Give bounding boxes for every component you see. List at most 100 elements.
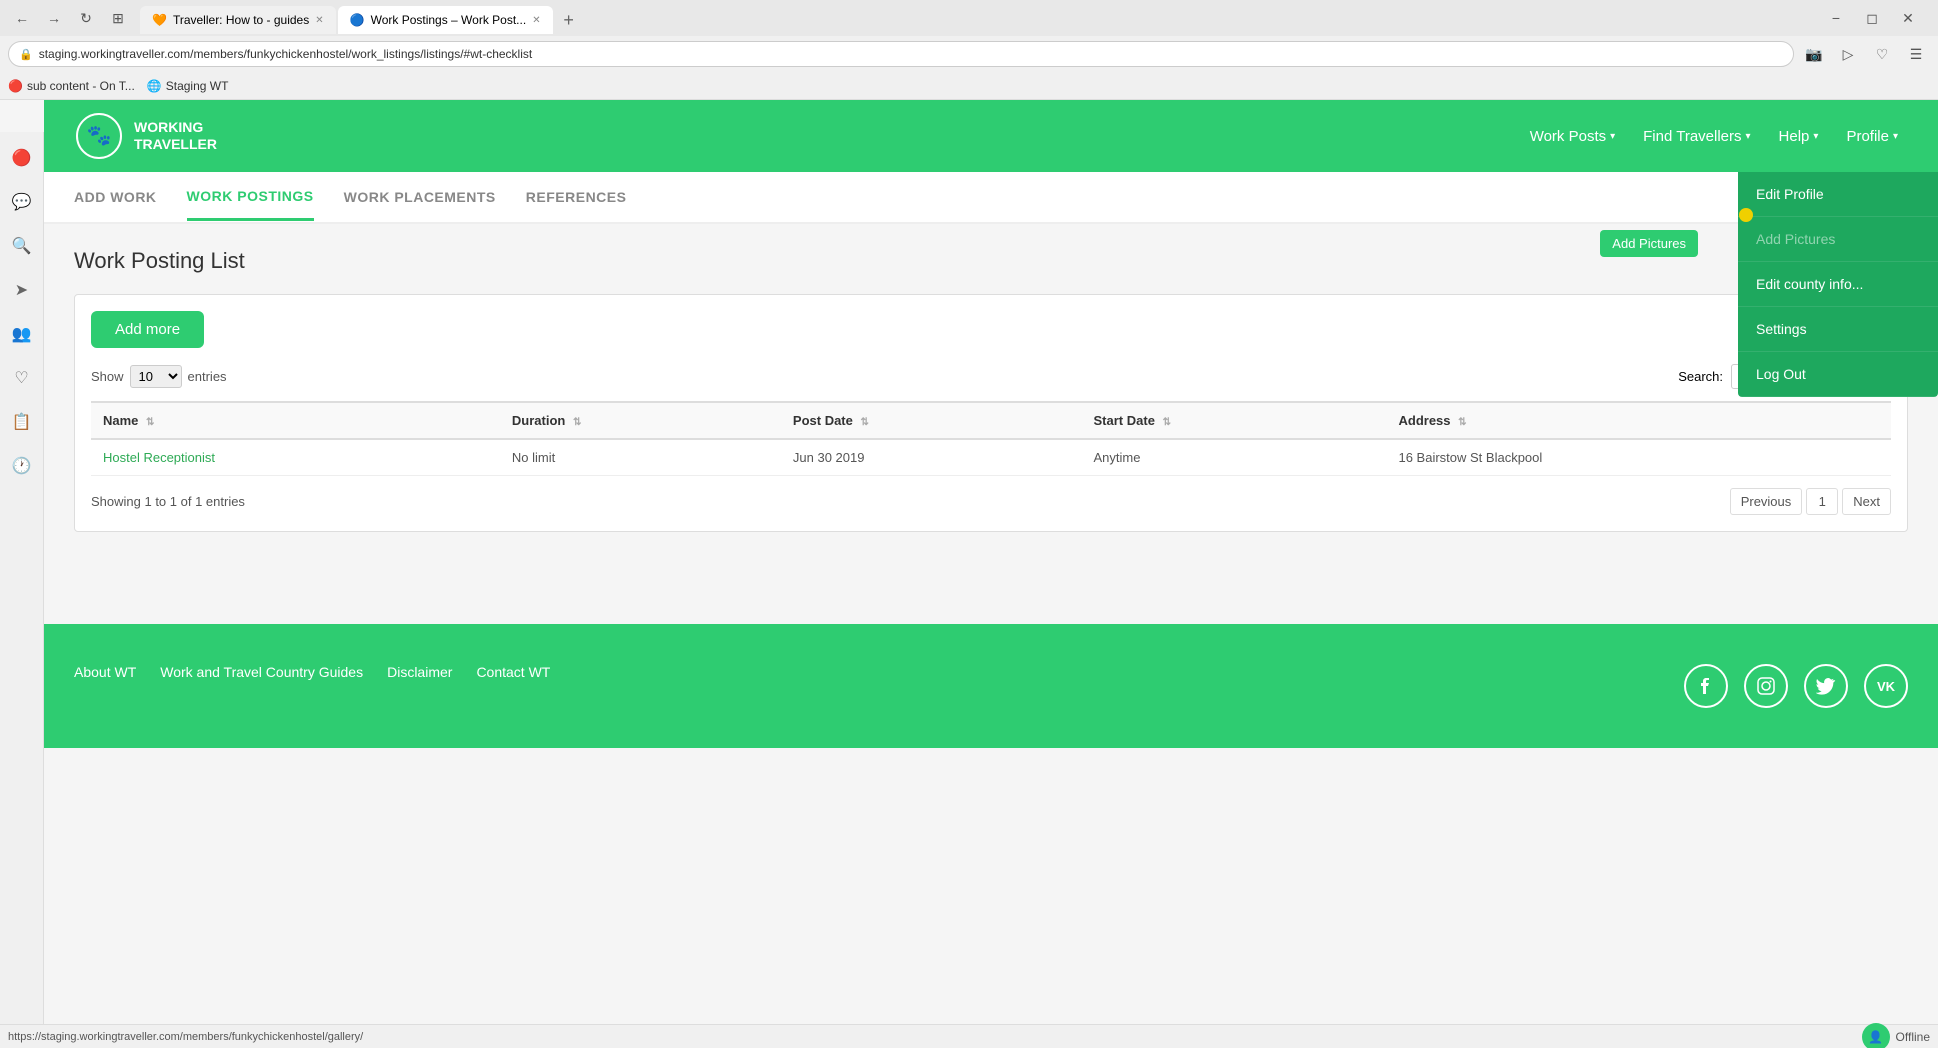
bookmark-icon: 🔴	[8, 79, 23, 93]
status-url: https://staging.workingtraveller.com/mem…	[8, 1031, 363, 1043]
add-more-button[interactable]: Add more	[91, 311, 204, 348]
url-box[interactable]: 🔒 staging.workingtraveller.com/members/f…	[8, 41, 1794, 67]
search-label: Search:	[1678, 369, 1723, 384]
nav-profile[interactable]: Profile ▾	[1836, 120, 1908, 153]
address-bar: 🔒 staging.workingtraveller.com/members/f…	[0, 36, 1938, 72]
back-button[interactable]: ←	[8, 4, 36, 32]
notes-sidebar-icon[interactable]: 📋	[4, 404, 40, 440]
footer-country-guides[interactable]: Work and Travel Country Guides	[160, 664, 363, 680]
nav-find-travellers[interactable]: Find Travellers ▾	[1633, 120, 1760, 153]
sort-name-icon: ⇅	[146, 417, 154, 428]
twitter-icon[interactable]	[1804, 664, 1848, 708]
col-start-date[interactable]: Start Date ⇅	[1082, 402, 1387, 439]
svg-text:🐾: 🐾	[87, 125, 112, 147]
messenger-sidebar-icon[interactable]: 💬	[4, 184, 40, 220]
footer-about[interactable]: About WT	[74, 664, 136, 680]
pagination: Previous 1 Next	[1730, 488, 1891, 515]
bookmark-subcontent[interactable]: 🔴 sub content - On T...	[8, 79, 135, 93]
bookmarks-bar: 🔴 sub content - On T... 🌐 Staging WT	[0, 72, 1938, 100]
data-table: Name ⇅ Duration ⇅ Post Date ⇅ Start Da	[91, 401, 1891, 476]
tab-overview-button[interactable]: ⊞	[104, 4, 132, 32]
tab-label-active: Work Postings – Work Post...	[371, 13, 527, 27]
col-name[interactable]: Name ⇅	[91, 402, 500, 439]
close-button[interactable]: ✕	[1894, 4, 1922, 32]
page-wrapper: 🐾 WORKING TRAVELLER Work Posts ▾ Find Tr…	[44, 100, 1938, 748]
dropdown-edit-county[interactable]: Edit county info...	[1738, 262, 1938, 307]
footer-contact[interactable]: Contact WT	[476, 664, 550, 680]
opera-sidebar-icon[interactable]: 🔴	[4, 140, 40, 176]
tab-favicon: 🧡	[152, 13, 167, 27]
facebook-icon[interactable]	[1684, 664, 1728, 708]
entries-select[interactable]: 10 25 50 100	[130, 365, 182, 388]
subnav-work-placements[interactable]: WORK PLACEMENTS	[344, 175, 496, 219]
contacts-sidebar-icon[interactable]: 👥	[4, 316, 40, 352]
showing-text: Showing 1 to 1 of 1 entries	[91, 494, 245, 509]
nav-work-posts-chevron: ▾	[1610, 131, 1615, 142]
logo-area[interactable]: 🐾 WORKING TRAVELLER	[74, 111, 217, 161]
subnav-work-postings[interactable]: WORK POSTINGS	[187, 174, 314, 221]
dropdown-settings[interactable]: Settings	[1738, 307, 1938, 352]
main-content: Work Posting List Add more Show 10 25 50…	[44, 224, 1938, 624]
tab-work-postings[interactable]: 🔵 Work Postings – Work Post... ✕	[338, 6, 553, 34]
next-button[interactable]: Next	[1842, 488, 1891, 515]
col-post-date[interactable]: Post Date ⇅	[781, 402, 1082, 439]
tab-close-icon[interactable]: ✕	[315, 15, 323, 26]
col-duration[interactable]: Duration ⇅	[500, 402, 781, 439]
subnav-add-work[interactable]: ADD WORK	[74, 175, 157, 219]
footer-socials: VK	[1684, 664, 1908, 708]
offline-indicator: 👤 Offline	[1862, 1023, 1930, 1048]
instagram-icon[interactable]	[1744, 664, 1788, 708]
tab-traveller[interactable]: 🧡 Traveller: How to - guides ✕	[140, 6, 336, 34]
dropdown-logout[interactable]: Log Out	[1738, 352, 1938, 397]
sort-startdate-icon: ⇅	[1163, 417, 1171, 428]
forward-button[interactable]: →	[40, 4, 68, 32]
screenshot-button[interactable]: 📷	[1800, 40, 1828, 68]
show-label: Show	[91, 369, 124, 384]
tab-label: Traveller: How to - guides	[173, 13, 309, 27]
dropdown-edit-profile[interactable]: Edit Profile	[1738, 172, 1938, 217]
title-bar: ← → ↻ ⊞ 🧡 Traveller: How to - guides ✕ 🔵…	[0, 0, 1938, 36]
send-sidebar-icon[interactable]: ➤	[4, 272, 40, 308]
nav-work-posts[interactable]: Work Posts ▾	[1520, 120, 1625, 153]
footer-disclaimer[interactable]: Disclaimer	[387, 664, 452, 680]
browser-chrome: ← → ↻ ⊞ 🧡 Traveller: How to - guides ✕ 🔵…	[0, 0, 1938, 100]
add-pictures-tooltip: Add Pictures	[1600, 230, 1698, 257]
bookmark-button[interactable]: ♡	[1868, 40, 1896, 68]
menu-button[interactable]: ☰	[1902, 40, 1930, 68]
show-entries-area: Show 10 25 50 100 entries	[91, 365, 227, 388]
subnav-references[interactable]: REFERENCES	[526, 175, 627, 219]
new-tab-button[interactable]: +	[555, 6, 583, 34]
reload-button[interactable]: ↻	[72, 4, 100, 32]
profile-dropdown: Edit Profile Add Pictures Edit county in…	[1738, 172, 1938, 397]
search-sidebar-icon[interactable]: 🔍	[4, 228, 40, 264]
window-controls[interactable]: ← → ↻ ⊞	[8, 4, 132, 32]
table-controls: Show 10 25 50 100 entries Search:	[91, 364, 1891, 389]
prev-button[interactable]: Previous	[1730, 488, 1803, 515]
nav-help[interactable]: Help ▾	[1769, 120, 1829, 153]
favorites-sidebar-icon[interactable]: ♡	[4, 360, 40, 396]
sort-postdate-icon: ⇅	[861, 417, 869, 428]
bookmark-staging[interactable]: 🌐 Staging WT	[147, 79, 229, 93]
row-start-date: Anytime	[1082, 439, 1387, 476]
vk-icon[interactable]: VK	[1864, 664, 1908, 708]
row-post-date: Jun 30 2019	[781, 439, 1082, 476]
site-nav: Work Posts ▾ Find Travellers ▾ Help ▾ Pr…	[1520, 120, 1908, 153]
restore-button[interactable]: ◻	[1858, 4, 1886, 32]
url-text: staging.workingtraveller.com/members/fun…	[39, 47, 533, 61]
bookmark-staging-label: Staging WT	[166, 79, 229, 93]
entries-label: entries	[188, 369, 227, 384]
dropdown-add-pictures[interactable]: Add Pictures	[1738, 217, 1938, 262]
nav-find-travellers-chevron: ▾	[1746, 131, 1751, 142]
minimize-button[interactable]: −	[1822, 4, 1850, 32]
table-container: Add more Show 10 25 50 100 entries Searc…	[74, 294, 1908, 532]
history-sidebar-icon[interactable]: 🕐	[4, 448, 40, 484]
col-address[interactable]: Address ⇅	[1386, 402, 1891, 439]
logo-icon: 🐾	[74, 111, 124, 161]
nav-profile-chevron: ▾	[1893, 131, 1898, 142]
tab-close-active-icon[interactable]: ✕	[532, 15, 540, 26]
table-footer: Showing 1 to 1 of 1 entries Previous 1 N…	[91, 488, 1891, 515]
status-bar: https://staging.workingtraveller.com/mem…	[0, 1024, 1938, 1048]
row-name[interactable]: Hostel Receptionist	[91, 439, 500, 476]
site-header: 🐾 WORKING TRAVELLER Work Posts ▾ Find Tr…	[44, 100, 1938, 172]
reader-button[interactable]: ▷	[1834, 40, 1862, 68]
